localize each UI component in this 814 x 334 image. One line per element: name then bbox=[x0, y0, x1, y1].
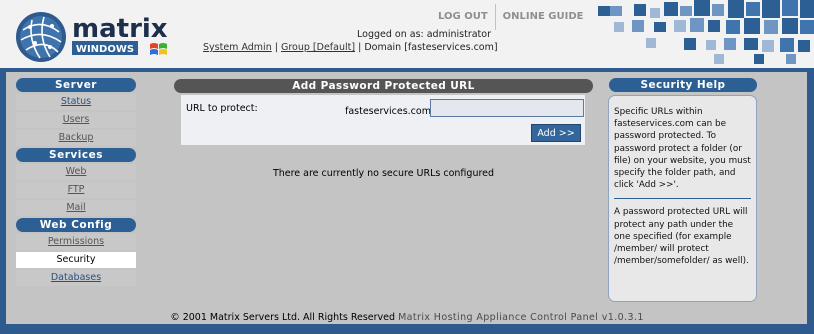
sidebar-item-security[interactable]: Security bbox=[16, 252, 136, 268]
empty-state-message: There are currently no secure URLs confi… bbox=[272, 168, 495, 179]
sidebar: Server Status Users Backup Services Web … bbox=[16, 78, 136, 288]
crumb-domain: Domain [fasteservices.com] bbox=[364, 42, 498, 53]
windows-flag-icon bbox=[150, 43, 167, 55]
breadcrumb: System Admin | Group [Default] | Domain … bbox=[203, 42, 498, 53]
mosaic-pattern bbox=[598, 0, 814, 64]
sidebar-section-server: Server bbox=[16, 78, 136, 92]
crumb-group[interactable]: Group [Default] bbox=[281, 42, 355, 53]
sidebar-item-backup[interactable]: Backup bbox=[16, 130, 136, 146]
sidebar-item-mail[interactable]: Mail bbox=[16, 200, 136, 216]
sidebar-item-databases[interactable]: Databases bbox=[16, 270, 136, 286]
crumb-system-admin[interactable]: System Admin bbox=[203, 42, 272, 53]
panel-title: Add Password Protected URL bbox=[174, 79, 593, 93]
url-domain-prefix: fasteservices.com/ bbox=[345, 106, 435, 117]
sidebar-section-services: Services bbox=[16, 148, 136, 162]
product-version: Matrix Hosting Appliance Control Panel v… bbox=[398, 312, 644, 323]
header-bar: matrix WINDOWS LOG OUT ONLINE GUIDE Logg… bbox=[0, 0, 814, 68]
help-panel: Specific URLs within fasteservices.com c… bbox=[608, 95, 757, 302]
logout-link[interactable]: LOG OUT bbox=[431, 4, 495, 30]
sidebar-item-ftp[interactable]: FTP bbox=[16, 182, 136, 198]
sidebar-item-users[interactable]: Users bbox=[16, 112, 136, 128]
sidebar-item-permissions[interactable]: Permissions bbox=[16, 234, 136, 250]
add-url-button[interactable]: Add >> bbox=[531, 124, 581, 142]
top-navigation: LOG OUT ONLINE GUIDE bbox=[431, 4, 590, 30]
decorative-mosaic bbox=[594, 0, 814, 68]
copyright-text: © 2001 Matrix Servers Ltd. All Rights Re… bbox=[170, 312, 396, 323]
help-text-scope: A password protected URL will protect an… bbox=[614, 207, 749, 267]
sidebar-item-web[interactable]: Web bbox=[16, 164, 136, 180]
brand-edition: WINDOWS bbox=[76, 44, 134, 55]
crumb-separator: | bbox=[355, 42, 365, 53]
crumb-separator: | bbox=[271, 42, 281, 53]
sidebar-item-status[interactable]: Status bbox=[16, 94, 136, 110]
help-text-intro: Specific URLs within fasteservices.com c… bbox=[614, 107, 751, 191]
url-path-input[interactable] bbox=[430, 99, 584, 117]
online-guide-link[interactable]: ONLINE GUIDE bbox=[496, 4, 591, 30]
url-field-label: URL to protect: bbox=[186, 103, 258, 114]
logged-in-user: Logged on as: administrator bbox=[357, 29, 491, 40]
help-divider bbox=[614, 198, 751, 200]
sidebar-section-web-config: Web Config bbox=[16, 218, 136, 232]
help-panel-title: Security Help bbox=[609, 78, 757, 92]
footer: © 2001 Matrix Servers Ltd. All Rights Re… bbox=[0, 312, 814, 323]
matrix-logo[interactable]: matrix WINDOWS bbox=[14, 10, 174, 64]
